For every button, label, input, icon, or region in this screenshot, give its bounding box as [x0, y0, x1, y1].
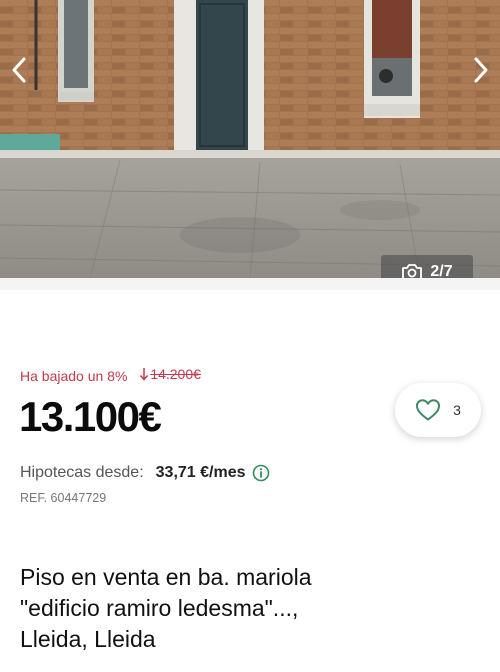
old-price-value: 14.200€ — [150, 366, 201, 382]
mortgage-info: Hipotecas desde: 33,71 €/mes — [20, 464, 270, 482]
heart-icon — [416, 399, 441, 421]
mortgage-label: Hipotecas desde: — [20, 464, 144, 481]
info-circle-icon — [252, 464, 269, 482]
listing-photo-image — [0, 0, 500, 278]
old-price: 14.200€ — [139, 366, 201, 382]
favorite-button[interactable]: 3 — [395, 383, 481, 437]
price-drop-notice: Ha bajado un 8% 14.200€ — [20, 366, 201, 384]
arrow-down-icon — [140, 368, 149, 381]
gallery-next-button[interactable] — [462, 52, 498, 88]
favorites-count: 3 — [453, 402, 461, 418]
info-icon[interactable] — [252, 464, 270, 482]
listing-reference: REF. 60447729 — [20, 491, 107, 505]
listing-photo[interactable] — [0, 0, 500, 278]
mortgage-value: 33,71 €/mes — [155, 464, 246, 481]
photo-gallery[interactable]: 2/7 — [0, 0, 500, 290]
chevron-right-icon — [474, 57, 488, 83]
price-drop-label: Ha bajado un 8% — [20, 368, 128, 384]
chevron-left-icon — [12, 57, 26, 83]
listing-title[interactable]: Piso en venta en ba. mariola "edificio r… — [20, 562, 350, 655]
gallery-footer — [0, 278, 500, 290]
listing-price: 13.100€ — [19, 393, 162, 440]
gallery-prev-button[interactable] — [2, 52, 38, 88]
